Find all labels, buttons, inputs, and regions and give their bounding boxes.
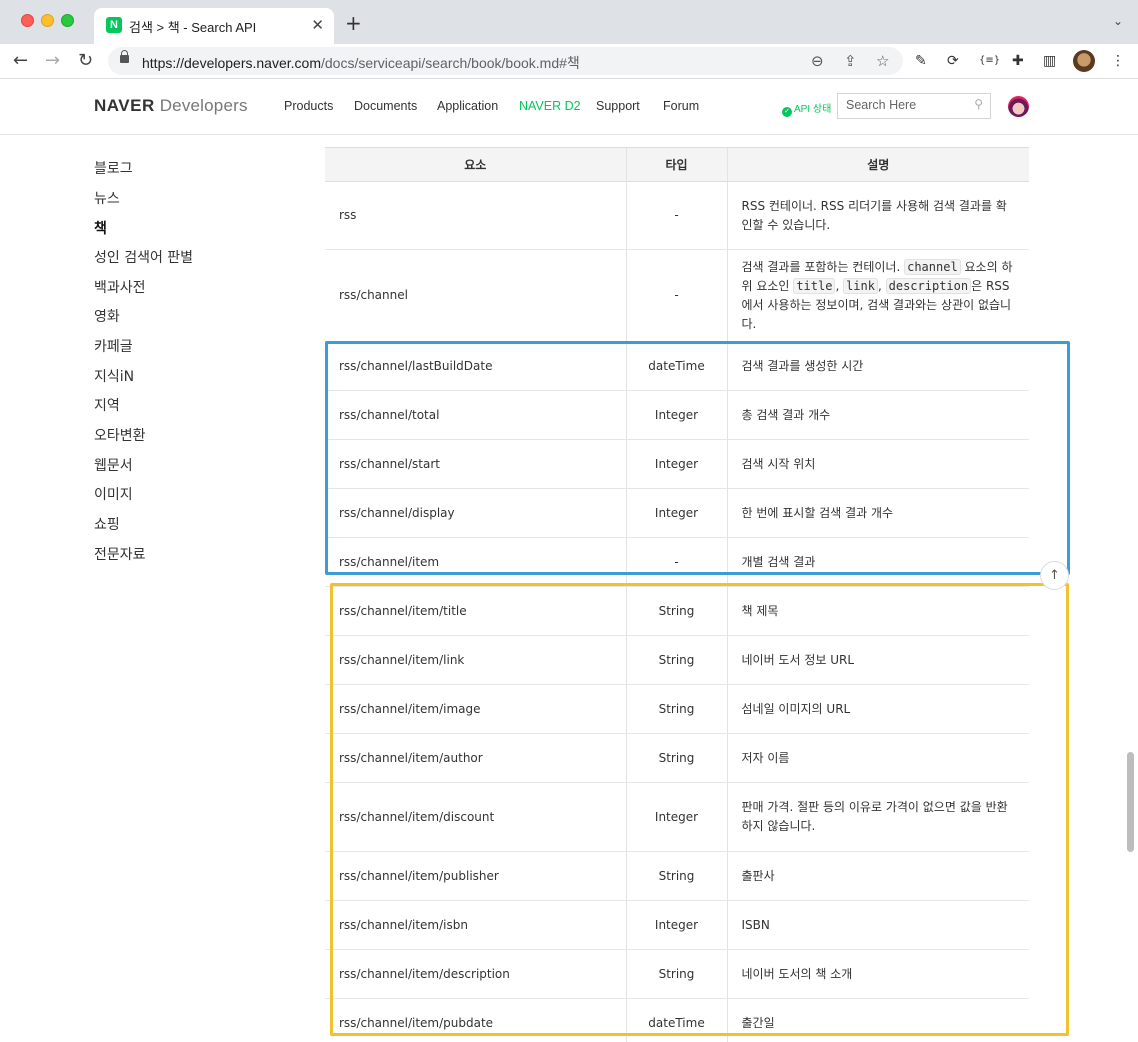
close-window-icon[interactable] bbox=[21, 14, 34, 27]
code-description: description bbox=[885, 277, 972, 294]
sidebar-item-encyclopedia[interactable]: 백과사전 bbox=[94, 277, 146, 297]
sidebar-item-kin[interactable]: 지식iN bbox=[94, 366, 134, 386]
site-header: NAVER Developers Products Documents Appl… bbox=[0, 80, 1138, 135]
yellow-highlight-box bbox=[330, 583, 1069, 1036]
sidebar-item-movie[interactable]: 영화 bbox=[94, 306, 120, 326]
bookmark-star-icon[interactable]: ☆ bbox=[876, 52, 889, 70]
sync-icon[interactable]: ⟳ bbox=[947, 53, 959, 69]
profile-avatar[interactable] bbox=[1073, 50, 1095, 72]
site-search: ⚲ bbox=[837, 93, 991, 119]
code-link: link bbox=[843, 277, 878, 294]
nav-forum[interactable]: Forum bbox=[663, 99, 699, 113]
cell-description: 검색 결과를 포함하는 컨테이너. channel 요소의 하위 요소인 tit… bbox=[726, 249, 1029, 342]
browser-tab-bar: N 검색 > 책 - Search API ✕ + ⌄ bbox=[0, 0, 1138, 44]
check-circle-icon: ✓ bbox=[782, 107, 792, 117]
cell-element: rss/channel bbox=[325, 249, 626, 342]
maximize-window-icon[interactable] bbox=[61, 14, 74, 27]
new-tab-icon[interactable]: + bbox=[345, 11, 362, 35]
user-avatar[interactable] bbox=[1008, 96, 1029, 117]
address-bar[interactable]: https://developers.naver.com/docs/servic… bbox=[108, 47, 903, 75]
table-row: rss - RSS 컨테이너. RSS 리더기를 사용해 검색 결과를 확인할 … bbox=[325, 181, 1029, 250]
zoom-icon[interactable]: ⊖ bbox=[811, 52, 824, 70]
cell-description: RSS 컨테이너. RSS 리더기를 사용해 검색 결과를 확인할 수 있습니다… bbox=[726, 181, 1029, 250]
blue-highlight-box bbox=[325, 341, 1070, 575]
nav-support[interactable]: Support bbox=[596, 99, 640, 113]
sidebar-item-blog[interactable]: 블로그 bbox=[94, 158, 133, 178]
page-scrollbar[interactable] bbox=[1127, 752, 1134, 852]
url-text[interactable]: https://developers.naver.com/docs/servic… bbox=[142, 53, 580, 73]
cell-type: - bbox=[625, 249, 727, 342]
reload-icon[interactable]: ↻ bbox=[78, 50, 93, 71]
naver-favicon-icon: N bbox=[106, 17, 122, 33]
nav-naver-d2[interactable]: NAVER D2 bbox=[519, 99, 581, 113]
side-panel-icon[interactable]: ▥ bbox=[1043, 53, 1056, 69]
sidebar-item-adult-check[interactable]: 성인 검색어 판별 bbox=[94, 247, 193, 267]
sidebar-item-book[interactable]: 책 bbox=[94, 218, 107, 238]
header-element: 요소 bbox=[325, 147, 626, 182]
forward-arrow-icon[interactable]: → bbox=[45, 50, 60, 71]
kebab-menu-icon[interactable]: ⋮ bbox=[1111, 53, 1125, 69]
nav-application[interactable]: Application bbox=[437, 99, 498, 113]
lock-icon bbox=[120, 50, 129, 63]
search-icon[interactable]: ⚲ bbox=[974, 97, 983, 111]
share-icon[interactable]: ⇪ bbox=[844, 52, 857, 70]
table-header-row: 요소 타입 설명 bbox=[325, 147, 1029, 182]
code-channel: channel bbox=[904, 258, 961, 275]
cell-element: rss bbox=[325, 181, 626, 250]
scroll-to-top-icon[interactable]: ↑ bbox=[1040, 561, 1069, 590]
header-type: 타입 bbox=[625, 147, 727, 182]
sidebar-item-errata[interactable]: 오타변환 bbox=[94, 425, 146, 445]
browser-tab-active[interactable]: N 검색 > 책 - Search API ✕ bbox=[94, 8, 334, 44]
eyedropper-icon[interactable]: ✎ bbox=[915, 53, 927, 69]
browser-toolbar: ← → ↻ https://developers.naver.com/docs/… bbox=[0, 44, 1138, 79]
sidebar-item-shopping[interactable]: 쇼핑 bbox=[94, 514, 120, 534]
puzzle-extensions-icon[interactable]: ✚ bbox=[1012, 53, 1024, 69]
tab-close-icon[interactable]: ✕ bbox=[311, 16, 324, 34]
naver-developers-logo[interactable]: NAVER Developers bbox=[94, 96, 248, 116]
sidebar-item-news[interactable]: 뉴스 bbox=[94, 188, 120, 208]
nav-documents[interactable]: Documents bbox=[354, 99, 417, 113]
sidebar-item-image[interactable]: 이미지 bbox=[94, 484, 133, 504]
header-description: 설명 bbox=[726, 147, 1029, 182]
table-row: rss/channel - 검색 결과를 포함하는 컨테이너. channel … bbox=[325, 249, 1029, 342]
chevron-down-icon[interactable]: ⌄ bbox=[1113, 14, 1123, 28]
api-status-link[interactable]: ✓ API 상태 bbox=[782, 100, 831, 117]
nav-products[interactable]: Products bbox=[284, 99, 333, 113]
cell-type: - bbox=[625, 181, 727, 250]
sidebar-item-cafe[interactable]: 카페글 bbox=[94, 336, 133, 356]
search-input[interactable] bbox=[846, 98, 966, 112]
code-title: title bbox=[793, 277, 836, 294]
tab-title: 검색 > 책 - Search API bbox=[129, 20, 257, 35]
back-arrow-icon[interactable]: ← bbox=[13, 50, 28, 71]
sidebar-item-docs[interactable]: 전문자료 bbox=[94, 544, 146, 564]
json-extension-icon[interactable]: {≡} bbox=[979, 55, 1000, 66]
minimize-window-icon[interactable] bbox=[41, 14, 54, 27]
sidebar-item-local[interactable]: 지역 bbox=[94, 395, 120, 415]
sidebar-item-webdoc[interactable]: 웹문서 bbox=[94, 455, 133, 475]
